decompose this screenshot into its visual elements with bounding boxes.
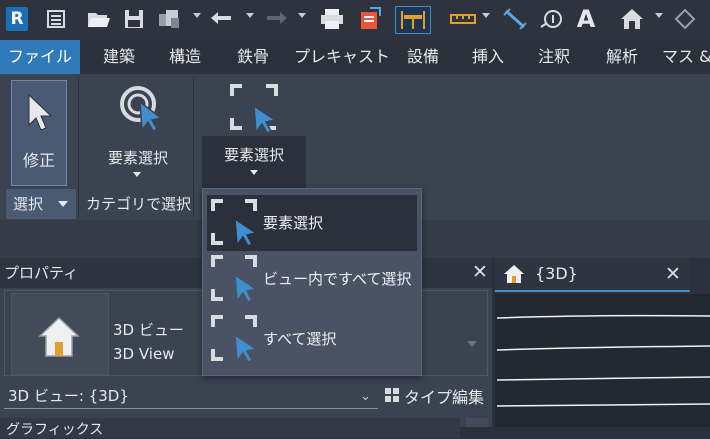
thin-lines-icon[interactable] <box>395 6 431 34</box>
edit-type-label: タイプ編集 <box>404 388 485 407</box>
edit-type-button[interactable]: タイプ編集 <box>382 382 486 408</box>
view-tab-close-icon[interactable]: ✕ <box>665 262 681 286</box>
application-menu-icon[interactable] <box>44 6 68 32</box>
menu-item-label: ビュー内ですべて選択 <box>263 270 412 288</box>
revit-logo-icon[interactable]: R <box>4 6 30 32</box>
panel-separator <box>193 78 194 218</box>
select-elements-dropdown-menu: 要素選択 ビュー内ですべて選択 すべて選択 <box>202 188 422 376</box>
sync-dropdown-icon[interactable] <box>193 13 201 18</box>
select-all-in-view-icon <box>211 255 258 303</box>
menu-item-select-elements[interactable]: 要素選択 <box>207 195 417 251</box>
select-by-category-dropdown-icon <box>133 172 141 177</box>
select-elements-dropdown-icon <box>250 170 258 175</box>
undo-icon[interactable] <box>208 6 236 32</box>
tab-analyze[interactable]: 解析 <box>593 40 651 74</box>
properties-close-icon[interactable]: ✕ <box>472 260 488 284</box>
sync-central-icon[interactable] <box>156 6 184 32</box>
section-icon[interactable] <box>672 6 698 32</box>
graphics-section-label: グラフィックス <box>6 422 104 438</box>
select-by-category-icon <box>120 86 163 132</box>
tab-systems[interactable]: 設備 <box>397 40 449 74</box>
open-folder-icon[interactable] <box>86 6 112 32</box>
view-tab-3d[interactable]: {3D} ✕ <box>495 258 690 292</box>
aligned-dimension-icon[interactable] <box>500 6 530 32</box>
tab-steel[interactable]: 鉄骨 <box>224 40 282 74</box>
text-icon[interactable]: A <box>574 5 598 33</box>
type-name-en: 3D View <box>113 345 175 363</box>
tab-architecture[interactable]: 建築 <box>90 40 148 74</box>
select-by-category-label: 要素選択 <box>107 149 168 167</box>
select-panel-dropdown-icon[interactable] <box>58 201 68 207</box>
instance-selector-dropdown-icon: ⌄ <box>360 389 371 404</box>
tab-annotate[interactable]: 注釈 <box>528 40 580 74</box>
print-icon[interactable] <box>318 6 346 32</box>
view-canvas[interactable] <box>495 294 710 427</box>
measure-dropdown-icon[interactable] <box>482 13 490 18</box>
select-elements-icon <box>211 199 258 247</box>
panel-separator <box>78 78 79 218</box>
select-all-icon <box>211 315 258 363</box>
3d-view-dropdown-icon[interactable] <box>655 13 663 18</box>
instance-selector[interactable]: 3D ビュー: {3D} ⌄ <box>4 382 378 409</box>
tab-insert[interactable]: 挿入 <box>462 40 514 74</box>
type-thumbnail <box>11 293 109 375</box>
view-tab-title: {3D} <box>535 264 578 283</box>
graphics-section-header[interactable]: グラフィックス <box>0 418 460 438</box>
select-elements-icon <box>230 84 278 134</box>
properties-title: プロパティ <box>4 264 79 282</box>
modify-label: 修正 <box>22 151 55 170</box>
edit-type-icon <box>385 388 399 402</box>
category-panel-title: カテゴリで選択 <box>86 195 192 213</box>
menu-item-select-all-in-view[interactable]: ビュー内ですべて選択 <box>207 251 417 307</box>
default-3d-view-icon[interactable] <box>618 6 646 32</box>
type-selector-dropdown-icon <box>467 341 477 347</box>
menu-item-label: すべて選択 <box>263 330 337 348</box>
house-icon <box>38 316 80 357</box>
redo-icon[interactable] <box>262 6 290 32</box>
quick-access-toolbar: R A <box>0 0 710 40</box>
menu-item-select-all[interactable]: すべて選択 <box>207 311 417 367</box>
model-edges-graphic <box>496 314 710 407</box>
tab-file[interactable]: ファイル <box>0 40 80 74</box>
instance-selector-value: 3D ビュー: {3D} <box>8 387 129 405</box>
tab-structure[interactable]: 構造 <box>156 40 214 74</box>
pointer-cursor-icon <box>28 93 53 131</box>
modify-button[interactable]: 修正 <box>11 80 67 186</box>
sheet-export-icon[interactable] <box>356 6 384 32</box>
tag-by-category-icon[interactable] <box>538 6 564 32</box>
type-name-jp: 3D ビュー <box>113 321 184 339</box>
save-icon[interactable] <box>122 6 146 32</box>
menu-item-label: 要素選択 <box>263 214 324 232</box>
ribbon-tab-bar: ファイル 建築 構造 鉄骨 プレキャスト 設備 挿入 注釈 解析 マス & <box>0 40 710 74</box>
select-panel-title[interactable]: 選択 <box>13 189 43 219</box>
properties-scrollbar[interactable] <box>466 418 488 427</box>
3d-view-icon <box>504 265 524 283</box>
select-by-category-button[interactable]: 要素選択 <box>88 80 188 186</box>
measure-icon[interactable] <box>448 6 478 32</box>
select-elements-label: 要素選択 <box>223 146 284 164</box>
undo-dropdown-icon[interactable] <box>246 13 254 18</box>
tab-precast[interactable]: プレキャスト <box>292 40 392 74</box>
tab-massing[interactable]: マス & <box>662 40 710 74</box>
view-3d-window: {3D} ✕ <box>495 258 710 427</box>
redo-dropdown-icon[interactable] <box>298 13 306 18</box>
